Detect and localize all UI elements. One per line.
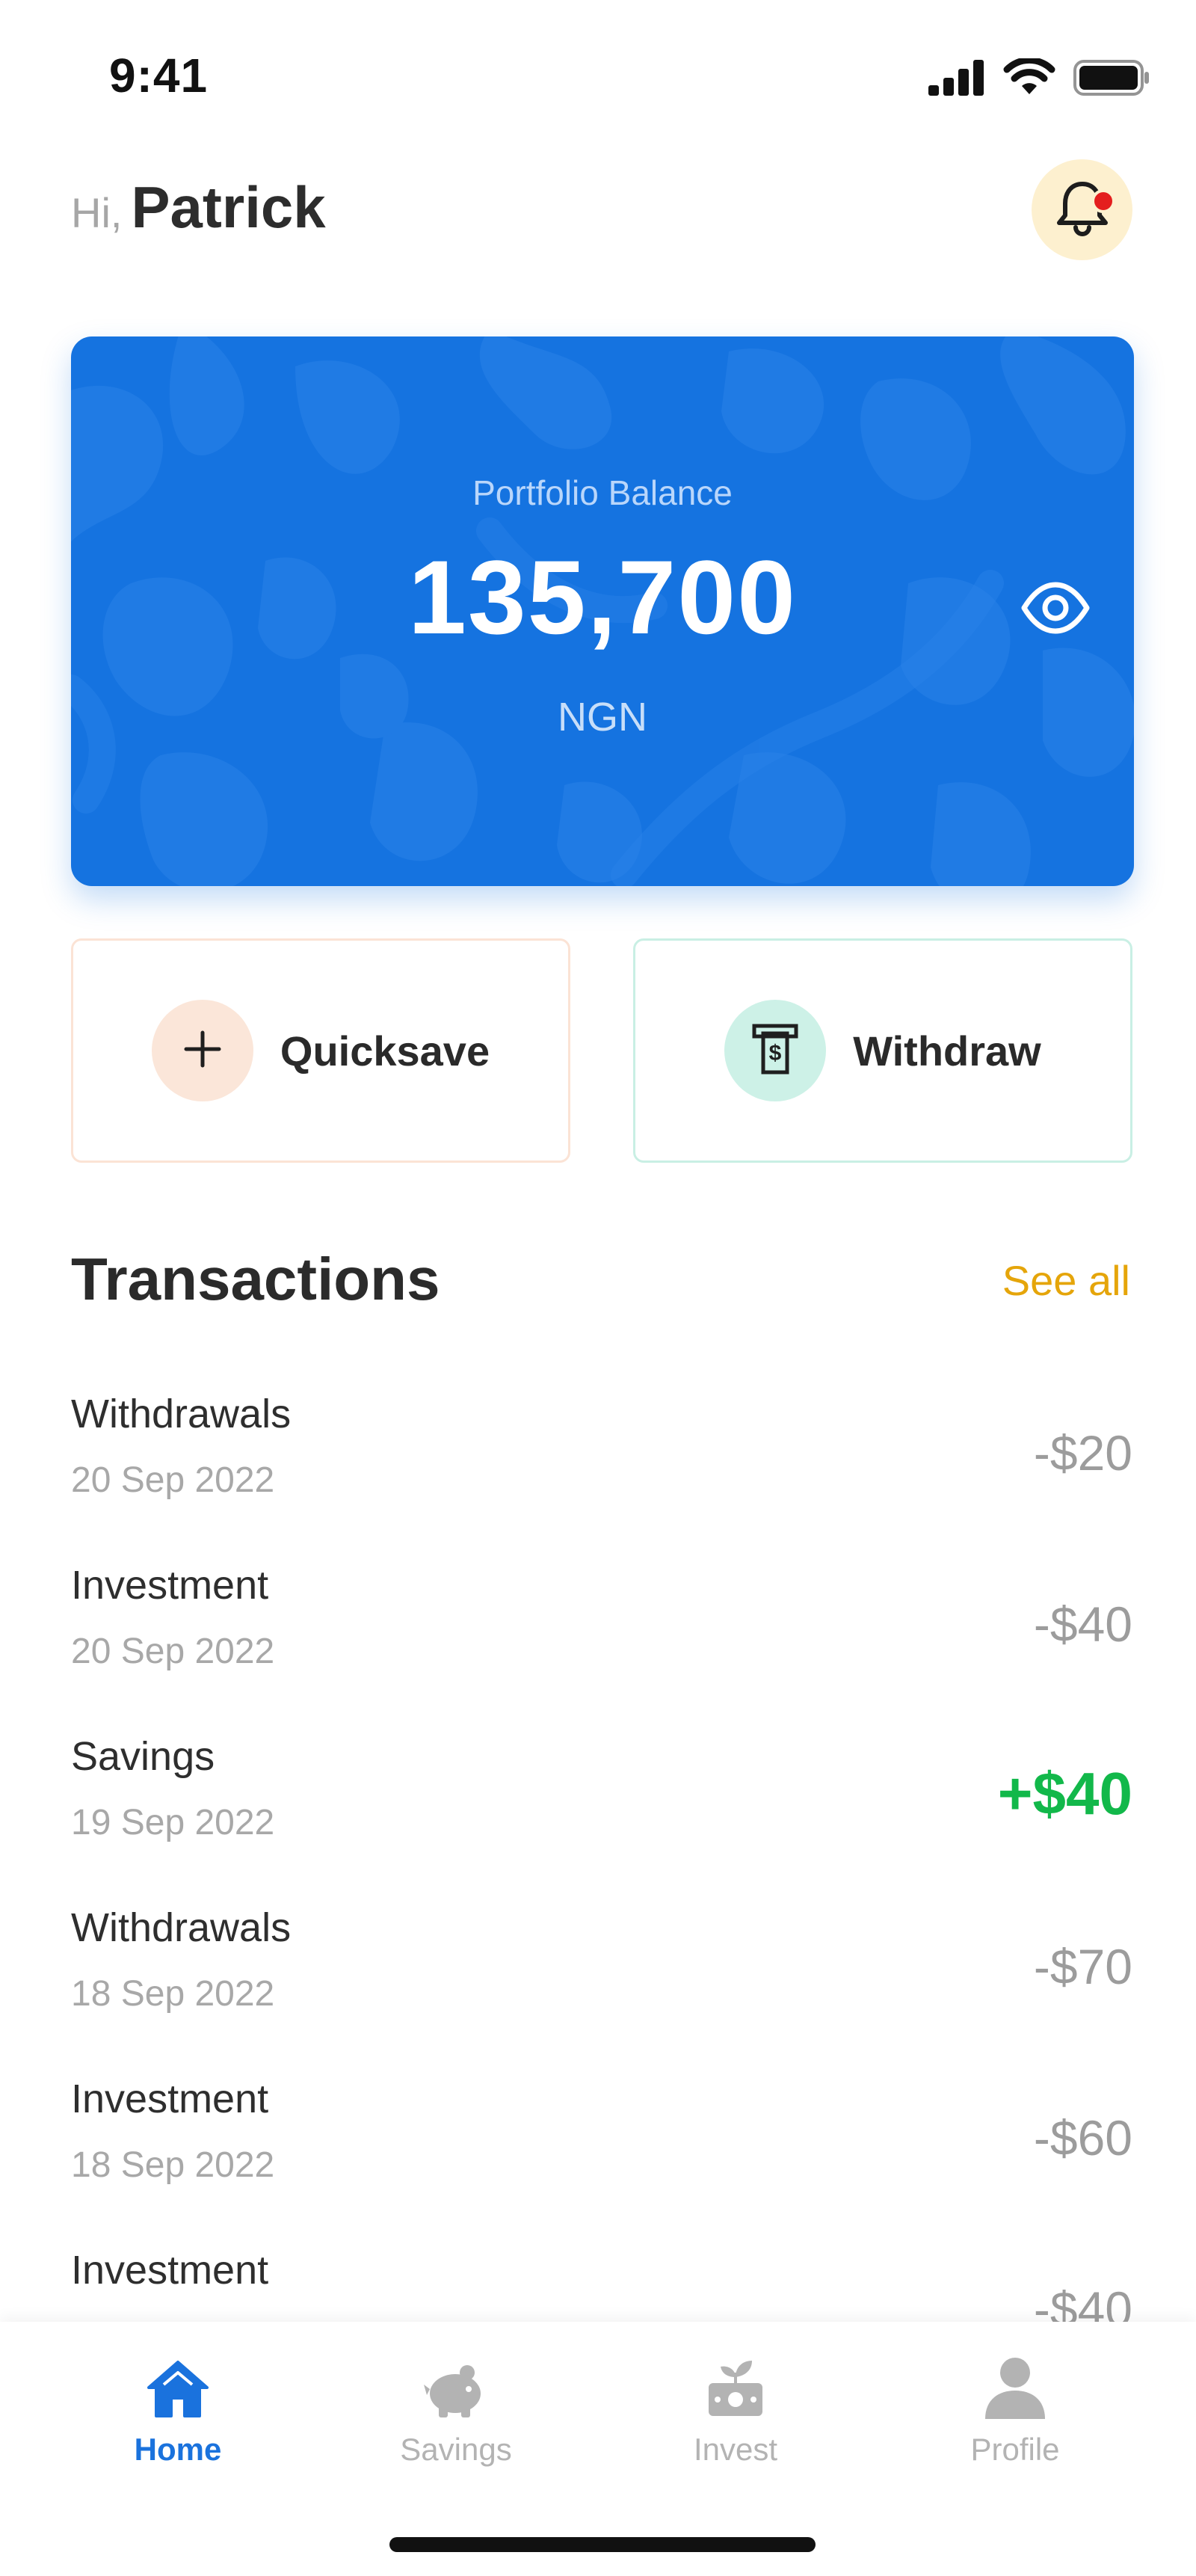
greeting: Hi, Patrick (71, 173, 326, 242)
eye-icon (1021, 582, 1090, 638)
nav-label-profile: Profile (970, 2432, 1060, 2467)
transaction-name: Savings (71, 1734, 215, 1779)
nav-item-home[interactable]: Home (66, 2348, 290, 2468)
notification-dot (1091, 189, 1115, 213)
transaction-amount: -$40 (1033, 1596, 1132, 1652)
transaction-row[interactable]: Investment 20 Sep 2022 -$40 (71, 1562, 1132, 1733)
transaction-date: 19 Sep 2022 (71, 1803, 275, 1842)
piggy-bank-icon (422, 2359, 490, 2423)
balance-label: Portfolio Balance (472, 473, 733, 512)
withdraw-button[interactable]: $ Withdraw (633, 938, 1132, 1163)
transaction-date: 18 Sep 2022 (71, 2145, 275, 2185)
transaction-name: Investment (71, 2248, 269, 2293)
battery-icon (1073, 60, 1151, 99)
quicksave-label: Quicksave (280, 1027, 490, 1075)
home-indicator (389, 2537, 816, 2552)
quicksave-button[interactable]: Quicksave (71, 938, 570, 1163)
transaction-row[interactable]: Investment 18 Sep 2022 -$60 (71, 2076, 1132, 2247)
see-all-link[interactable]: See all (1002, 1256, 1130, 1305)
balance-amount: 135,700 (407, 538, 798, 656)
svg-text:$: $ (769, 1041, 782, 1066)
status-time: 9:41 (109, 49, 209, 102)
transaction-name: Investment (71, 2077, 269, 2121)
balance-currency: NGN (558, 695, 647, 740)
transaction-amount: +$40 (997, 1760, 1132, 1827)
nav-item-profile[interactable]: Profile (903, 2348, 1127, 2468)
toggle-balance-visibility-button[interactable] (1014, 572, 1097, 647)
user-name: Patrick (131, 174, 326, 240)
transaction-name: Withdrawals (71, 1905, 292, 1950)
nav-item-invest[interactable]: Invest (623, 2348, 848, 2468)
invest-icon (706, 2356, 765, 2423)
nav-item-savings[interactable]: Savings (344, 2348, 568, 2468)
transaction-name: Investment (71, 1563, 269, 1608)
transaction-amount: -$60 (1033, 2110, 1132, 2165)
transaction-date: 18 Sep 2022 (71, 1974, 275, 2014)
transaction-date: 20 Sep 2022 (71, 1632, 275, 1671)
greeting-prefix: Hi, (71, 189, 123, 236)
person-icon (984, 2356, 1046, 2423)
transaction-row[interactable]: Withdrawals 20 Sep 2022 -$20 (71, 1391, 1132, 1562)
transactions-list: Withdrawals 20 Sep 2022 -$20 Investment … (71, 1391, 1132, 2418)
quicksave-icon-badge (151, 1000, 253, 1101)
home-icon (146, 2359, 210, 2423)
atm-icon: $ (751, 1023, 799, 1079)
transaction-row[interactable]: Withdrawals 18 Sep 2022 -$70 (71, 1905, 1132, 2076)
nav-label-invest: Invest (693, 2432, 778, 2467)
nav-label-home: Home (134, 2432, 222, 2467)
transaction-date: 20 Sep 2022 (71, 1460, 275, 1500)
transaction-row[interactable]: Savings 19 Sep 2022 +$40 (71, 1733, 1132, 1905)
transaction-amount: -$20 (1033, 1425, 1132, 1481)
status-icons (928, 56, 1151, 99)
withdraw-label: Withdraw (853, 1027, 1041, 1075)
status-bar: 9:41 (0, 0, 1196, 150)
transaction-amount: -$70 (1033, 1939, 1132, 1994)
portfolio-balance-card: Portfolio Balance 135,700 NGN (71, 336, 1134, 886)
signal-icon (928, 60, 985, 99)
plus-icon (183, 1030, 222, 1072)
withdraw-icon-badge: $ (724, 1000, 827, 1101)
transactions-title: Transactions (71, 1246, 440, 1312)
nav-label-savings: Savings (400, 2432, 512, 2467)
notification-button[interactable] (1032, 159, 1132, 260)
wifi-icon (1003, 56, 1055, 99)
transaction-name: Withdrawals (71, 1392, 292, 1436)
